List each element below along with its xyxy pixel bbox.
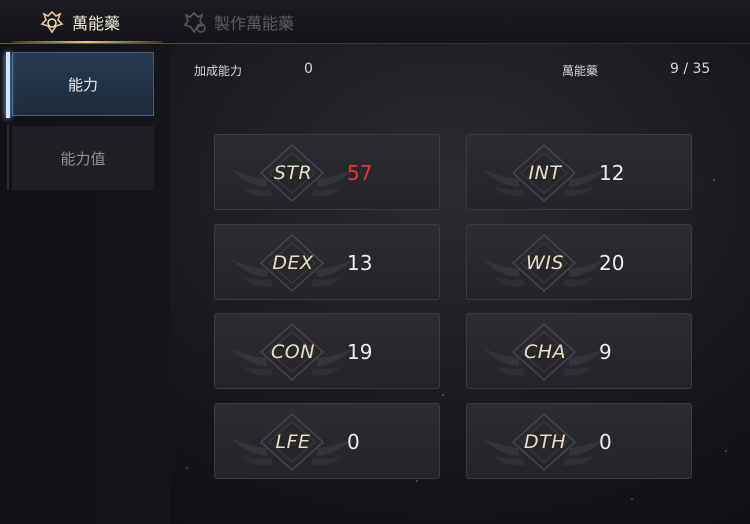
stat-value: 57 (347, 161, 373, 185)
sidebar-item-label: 能力值 (60, 149, 106, 168)
bonus-ability-label: 加成能力 (194, 64, 243, 78)
stat-card-dex: DEX 13 (214, 224, 440, 300)
bonus-ability-value: 0 (304, 61, 313, 77)
stat-value: 13 (347, 251, 373, 275)
stat-card-lfe: LFE 0 (214, 403, 440, 479)
stat-name: WIS (526, 252, 564, 274)
tab-elixir-label: 萬能藥 (72, 14, 121, 33)
stat-name: DEX (272, 252, 314, 274)
sidebar-item-ability[interactable]: 能力 (12, 52, 154, 116)
selected-indicator (6, 52, 10, 118)
stat-card-cha: CHA 9 (466, 313, 692, 389)
stat-value: 0 (599, 430, 612, 454)
stat-name: DTH (523, 431, 567, 453)
tab-craft-elixir[interactable]: 製作萬能藥 (180, 0, 294, 44)
elixir-count-value: 9 / 35 (670, 61, 711, 77)
stat-name: STR (273, 162, 313, 184)
stat-card-str: STR 57 (214, 134, 440, 210)
stat-name: CON (271, 341, 315, 363)
sidebar: 能力 能力值 (0, 44, 170, 524)
stat-value: 9 (599, 340, 612, 364)
stat-card-dth: DTH 0 (466, 403, 692, 479)
tab-elixir[interactable]: 萬能藥 (38, 0, 120, 44)
stat-card-int: INT 12 (466, 134, 692, 210)
craft-elixir-icon (180, 8, 208, 36)
sidebar-groove (7, 124, 9, 190)
stat-value: 19 (347, 340, 373, 364)
stat-name: CHA (523, 341, 567, 363)
top-tab-bar: 萬能藥 製作萬能藥 (0, 0, 750, 44)
elixir-count-label: 萬能藥 (562, 64, 599, 78)
stat-name: INT (528, 162, 562, 184)
stat-card-wis: WIS 20 (466, 224, 692, 300)
tab-craft-elixir-label: 製作萬能藥 (214, 14, 295, 33)
stat-value: 0 (347, 430, 360, 454)
stat-name: LFE (275, 431, 311, 453)
stat-card-con: CON 19 (214, 313, 440, 389)
stat-value: 20 (599, 251, 625, 275)
elixir-icon (38, 8, 66, 36)
sidebar-item-ability-value[interactable]: 能力值 (12, 126, 154, 190)
stat-value: 12 (599, 161, 625, 185)
sidebar-item-label: 能力 (67, 75, 98, 94)
